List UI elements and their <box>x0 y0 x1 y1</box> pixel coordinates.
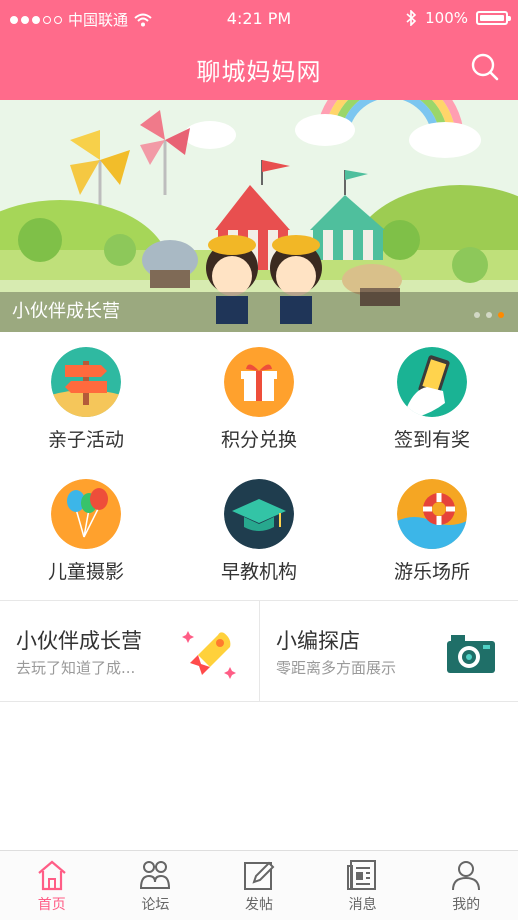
search-icon[interactable] <box>470 52 500 82</box>
pagination-dot <box>486 312 492 318</box>
lifebuoy-icon <box>397 479 467 549</box>
home-icon <box>38 860 66 891</box>
pagination-dot <box>474 312 480 318</box>
grid-item-label: 亲子活动 <box>47 429 124 451</box>
battery-percent: 100% <box>425 9 468 27</box>
category-grid: 亲子活动 积分兑换 签到有奖 儿童摄影 早教机构 游乐场所 <box>0 332 518 596</box>
pagination-dot-active <box>498 312 504 318</box>
grid-item-label: 积分兑换 <box>220 429 297 451</box>
grid-item-label: 游乐场所 <box>393 561 470 583</box>
tab-profile[interactable]: 我的 <box>414 851 518 920</box>
grid-item-playground[interactable]: 游乐场所 <box>346 464 518 596</box>
grid-item-points-exchange[interactable]: 积分兑换 <box>173 332 345 464</box>
status-right: 100% <box>405 9 511 27</box>
balloons-icon <box>51 479 121 549</box>
card-growth-camp[interactable]: 小伙伴成长营 去玩了知道了成... <box>0 601 259 701</box>
grid-item-label: 早教机构 <box>220 561 297 583</box>
status-bar: 中国联通 4:21 PM 100% <box>0 0 518 36</box>
header-bar: 中国联通 4:21 PM 100% 聊城妈妈网 <box>0 0 518 100</box>
grid-item-label: 儿童摄影 <box>47 561 124 583</box>
feature-cards: 小伙伴成长营 去玩了知道了成... 小编探店 零距离多方面展示 <box>0 600 518 702</box>
tab-label: 论坛 <box>141 897 170 913</box>
card-subtitle: 去玩了知道了成... <box>16 659 136 677</box>
tab-label: 发帖 <box>244 897 273 913</box>
card-title: 小编探店 <box>276 629 360 653</box>
post-icon <box>243 861 275 890</box>
battery-icon <box>476 11 511 25</box>
card-subtitle: 零距离多方面展示 <box>276 659 397 677</box>
app-root: 中国联通 4:21 PM 100% 聊城妈妈网 小伙伴成长营 亲子活动 积分兑换… <box>0 0 518 920</box>
rocket-icon <box>182 631 236 679</box>
tab-forum[interactable]: 论坛 <box>104 851 208 920</box>
tab-post[interactable]: 发帖 <box>207 851 311 920</box>
profile-icon <box>452 861 481 891</box>
grid-item-checkin-reward[interactable]: 签到有奖 <box>346 332 518 464</box>
grid-item-early-education[interactable]: 早教机构 <box>173 464 345 596</box>
signpost-icon <box>51 347 121 417</box>
grid-item-child-photography[interactable]: 儿童摄影 <box>0 464 172 596</box>
banner-pagination <box>474 312 504 318</box>
tab-label: 消息 <box>348 897 377 913</box>
tab-messages[interactable]: 消息 <box>311 851 415 920</box>
card-editor-visit[interactable]: 小编探店 零距离多方面展示 <box>260 601 518 701</box>
grid-item-parent-child[interactable]: 亲子活动 <box>0 332 172 464</box>
banner-carousel[interactable]: 小伙伴成长营 <box>0 100 518 332</box>
tab-label: 首页 <box>37 897 66 913</box>
gift-icon <box>224 347 294 417</box>
phone-hand-icon <box>397 347 467 417</box>
message-icon <box>346 860 376 890</box>
tab-home[interactable]: 首页 <box>0 851 104 920</box>
banner-caption: 小伙伴成长营 <box>0 292 518 332</box>
card-title: 小伙伴成长营 <box>16 629 142 653</box>
camera-icon <box>447 635 495 673</box>
forum-icon <box>140 861 171 889</box>
page-title: 聊城妈妈网 <box>196 58 322 86</box>
bluetooth-icon <box>406 10 417 26</box>
bottom-tab-bar: 首页 论坛 发帖 消息 我的 <box>0 850 518 920</box>
grid-item-label: 签到有奖 <box>393 429 470 451</box>
graduation-cap-icon <box>224 479 294 549</box>
tab-label: 我的 <box>452 897 481 913</box>
